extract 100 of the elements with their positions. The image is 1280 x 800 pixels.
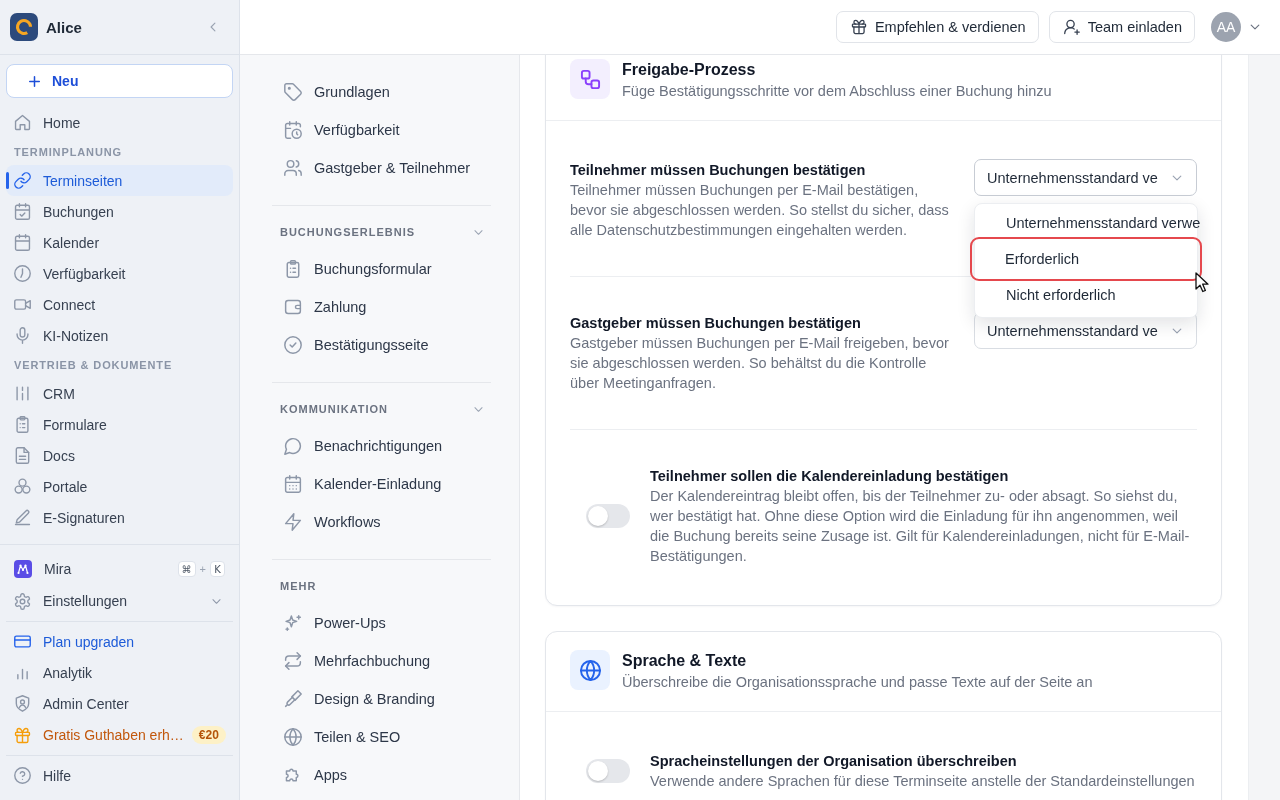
assistant-logo-icon bbox=[14, 560, 32, 578]
vertical-bars-icon bbox=[14, 385, 31, 402]
settings-nav-item[interactable]: Gastgeber & Teilnehmer bbox=[272, 149, 491, 187]
globe-icon bbox=[570, 650, 610, 690]
card-subtitle: Füge Bestätigungsschritte vor dem Abschluss einer Buchung hinzu bbox=[622, 82, 1052, 101]
settings-nav-item[interactable]: Benachrichtigungen bbox=[272, 427, 491, 465]
settings-nav-item[interactable]: Zahlung bbox=[272, 288, 491, 326]
link-icon bbox=[14, 172, 31, 189]
nav-item[interactable]: Portale bbox=[6, 471, 233, 502]
settings-nav-item[interactable]: Kalender-Einladung bbox=[272, 465, 491, 503]
section-heading: TERMINPLANUNG bbox=[14, 145, 122, 158]
workspace-logo-icon[interactable] bbox=[10, 13, 38, 41]
dropdown-option[interactable]: Erforderlich bbox=[970, 237, 1202, 281]
repeat-arrows-icon bbox=[284, 652, 302, 670]
wallet-icon bbox=[284, 298, 302, 316]
section-heading: MEHR bbox=[279, 579, 318, 594]
gift-icon bbox=[14, 726, 31, 744]
section-header-button[interactable]: BUCHUNGSERLEBNIS bbox=[272, 219, 491, 245]
settings-icon bbox=[14, 592, 31, 610]
toggle-switch[interactable] bbox=[586, 759, 630, 783]
nav-item[interactable]: Home bbox=[6, 107, 233, 138]
nav-item[interactable]: Analytik bbox=[6, 657, 233, 688]
nav-item[interactable]: Mira bbox=[6, 553, 178, 585]
users-icon bbox=[284, 159, 302, 177]
linked-squares-icon bbox=[570, 59, 610, 99]
nav-item[interactable]: Einstellungen bbox=[6, 585, 233, 617]
nav-item[interactable]: Terminseiten bbox=[6, 165, 233, 196]
video-camera-icon bbox=[14, 296, 31, 313]
nav-item[interactable]: Docs bbox=[6, 440, 233, 471]
settings-nav-item[interactable]: Mehrfachbuchung bbox=[272, 642, 491, 680]
check-circle-icon bbox=[284, 336, 302, 354]
section-header-button[interactable]: KOMMUNIKATION bbox=[272, 396, 491, 422]
document-icon bbox=[14, 447, 31, 464]
calendar-check-icon bbox=[14, 203, 31, 220]
microphone-icon bbox=[14, 327, 31, 344]
settings-nav-item[interactable]: Teilen & SEO bbox=[272, 718, 491, 756]
calendar-icon bbox=[14, 234, 31, 251]
settings-nav-item[interactable]: Bestätigungsseite bbox=[272, 326, 491, 364]
calendar-clock-icon bbox=[284, 121, 302, 139]
nav-item[interactable]: Verfügbarkeit bbox=[6, 258, 233, 289]
user-plus-icon bbox=[1063, 19, 1080, 35]
key-cap: ⌘ bbox=[177, 561, 196, 577]
section-heading: VERTRIEB & DOKUMENTE bbox=[14, 358, 173, 371]
nav-item[interactable]: Gratis Guthaben erh… bbox=[6, 719, 192, 751]
nav-item[interactable]: Kalender bbox=[6, 227, 233, 258]
pen-icon bbox=[14, 509, 31, 526]
home-icon bbox=[14, 114, 31, 131]
nav-item[interactable]: Connect bbox=[6, 289, 233, 320]
card-title: Freigabe-Prozess bbox=[622, 60, 757, 80]
setting-title: Gastgeber müssen Buchungen bestätigen bbox=[570, 314, 862, 333]
settings-nav-item[interactable]: Workflows bbox=[272, 503, 491, 541]
nav-item[interactable]: KI-Notizen bbox=[6, 320, 233, 351]
globe-icon bbox=[284, 728, 302, 746]
setting-title: Spracheinstellungen der Organisation überschreiben bbox=[650, 752, 1018, 771]
nav-item[interactable]: CRM bbox=[6, 378, 233, 409]
workspace-name[interactable]: Alice bbox=[46, 18, 82, 36]
shortcut-plus: + bbox=[199, 563, 206, 575]
help-icon bbox=[14, 767, 31, 784]
settings-nav-item[interactable]: Grundlagen bbox=[272, 73, 491, 111]
setting-description: Verwende andere Sprachen für diese Terminseite anstelle der Standardeinstellungen bbox=[650, 772, 1196, 791]
credit-badge: €20 bbox=[191, 726, 226, 744]
setting-description: Gastgeber müssen Buchungen per E-Mail freigeben, bevor sie abgeschlossen werden. So behältst du die Kontrolle über Meetinganfragen. bbox=[570, 334, 950, 393]
nav-item[interactable]: Formulare bbox=[6, 409, 233, 440]
toggle-switch[interactable] bbox=[586, 504, 630, 528]
header-button[interactable]: Empfehlen & verdienen bbox=[835, 11, 1039, 43]
key-cap: K bbox=[210, 561, 225, 577]
setting-description: Der Kalendereintrag bleibt offen, bis der Teilnehmer zu- oder absagt. So siehst du, wer bestätigt hat. Ohne diese Option wird die Einladung für ihn angenommen, weil die Buchung bereits seine Zusage ist. Gilt für Kalendereinladungen, nicht für E-Mail-Bestätigungen. bbox=[650, 487, 1191, 566]
header-button[interactable]: Team einladen bbox=[1048, 11, 1195, 43]
settings-nav-item[interactable]: Power-Ups bbox=[272, 604, 491, 642]
card-title: Sprache & Texte bbox=[622, 651, 748, 671]
chat-bubble-icon bbox=[284, 437, 302, 455]
nav-item[interactable]: Admin Center bbox=[6, 688, 233, 719]
three-circles-icon bbox=[14, 478, 31, 495]
shield-user-icon bbox=[14, 695, 31, 712]
settings-nav-item[interactable]: Buchungsformular bbox=[272, 250, 491, 288]
tag-icon bbox=[284, 83, 302, 101]
credit-card-icon bbox=[14, 633, 31, 650]
setting-description: Teilnehmer müssen Buchungen per E-Mail bestätigen, bevor sie abgeschlossen werden. So stellst du sicher, dass alle Datenschutzbestimmungen eingehalten werden. bbox=[570, 181, 950, 240]
puzzle-piece-icon bbox=[284, 766, 302, 784]
paintbrush-icon bbox=[284, 690, 302, 708]
nav-item[interactable]: Hilfe bbox=[6, 760, 233, 791]
clipboard-list-icon bbox=[284, 260, 302, 278]
select-field[interactable]: Unternehmensstandard ve bbox=[974, 159, 1197, 196]
setting-title: Teilnehmer müssen Buchungen bestätigen bbox=[570, 161, 867, 180]
clipboard-list-icon bbox=[14, 416, 31, 433]
setting-title: Teilnehmer sollen die Kalendereinladung bestätigen bbox=[650, 467, 1010, 486]
card-subtitle: Überschreibe die Organisationssprache und passe Texte auf der Seite an bbox=[622, 673, 1093, 692]
settings-nav-item[interactable]: Design & Branding bbox=[272, 680, 491, 718]
nav-item[interactable]: Buchungen bbox=[6, 196, 233, 227]
clock-icon bbox=[14, 265, 31, 282]
calendar-icon bbox=[284, 475, 302, 493]
nav-item[interactable]: E-Signaturen bbox=[6, 502, 233, 533]
gift-icon bbox=[850, 19, 867, 35]
new-button[interactable]: Neu bbox=[6, 64, 233, 98]
plus-icon bbox=[27, 73, 42, 89]
sparkles-icon bbox=[284, 614, 302, 632]
nav-item[interactable]: Plan upgraden bbox=[6, 626, 233, 657]
lightning-icon bbox=[284, 513, 302, 531]
settings-nav-item[interactable]: Verfügbarkeit bbox=[272, 111, 491, 149]
settings-nav-item[interactable]: Apps bbox=[272, 756, 491, 794]
